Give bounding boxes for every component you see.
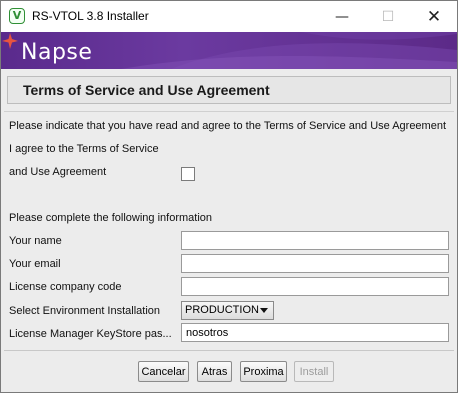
keystore-password-label: License Manager KeyStore pas... (9, 328, 172, 340)
environment-selected-value: PRODUCTION (185, 304, 259, 316)
page-title: Terms of Service and Use Agreement (23, 82, 270, 98)
agreement-label-line2: and Use Agreement (9, 166, 107, 178)
minimize-icon: — (335, 8, 349, 25)
next-button[interactable]: Proxima (240, 361, 287, 382)
window-title: RS-VTOL 3.8 Installer (32, 9, 149, 23)
license-company-code-input[interactable] (181, 277, 449, 296)
cancel-button[interactable]: Cancelar (138, 361, 189, 382)
your-email-label: Your email (9, 258, 61, 270)
form-instruction: Please complete the following informatio… (9, 212, 213, 224)
chevron-down-icon (260, 308, 268, 313)
install-button[interactable]: Install (294, 361, 334, 382)
your-name-input[interactable] (181, 231, 449, 250)
logo-spark-icon (2, 33, 18, 49)
your-email-input[interactable] (181, 254, 449, 273)
maximize-button[interactable]: ☐ (365, 1, 411, 32)
environment-select[interactable]: PRODUCTION (181, 301, 274, 320)
your-name-label: Your name (9, 235, 62, 247)
keystore-password-input[interactable] (181, 323, 449, 342)
maximize-icon: ☐ (381, 8, 395, 25)
installer-window: V RS-VTOL 3.8 Installer — ☐ ✕ Napse Term… (0, 0, 458, 393)
agreement-label-line1: I agree to the Terms of Service (9, 143, 159, 155)
close-button[interactable]: ✕ (411, 1, 457, 32)
license-company-code-label: License company code (9, 281, 122, 293)
agreement-instruction: Please indicate that you have read and a… (9, 120, 447, 132)
agree-checkbox[interactable] (181, 167, 195, 181)
back-button[interactable]: Atras (197, 361, 232, 382)
close-icon: ✕ (426, 6, 442, 27)
minimize-button[interactable]: — (319, 1, 365, 32)
divider (4, 111, 454, 112)
section-header: Terms of Service and Use Agreement (7, 76, 451, 104)
napse-logo: Napse (21, 40, 93, 65)
button-bar: Cancelar Atras Proxima Install (4, 350, 454, 389)
app-icon: V (9, 8, 25, 24)
title-bar[interactable]: V RS-VTOL 3.8 Installer — ☐ ✕ (1, 1, 457, 32)
brand-banner: Napse (1, 32, 457, 69)
environment-label: Select Environment Installation (9, 305, 161, 317)
